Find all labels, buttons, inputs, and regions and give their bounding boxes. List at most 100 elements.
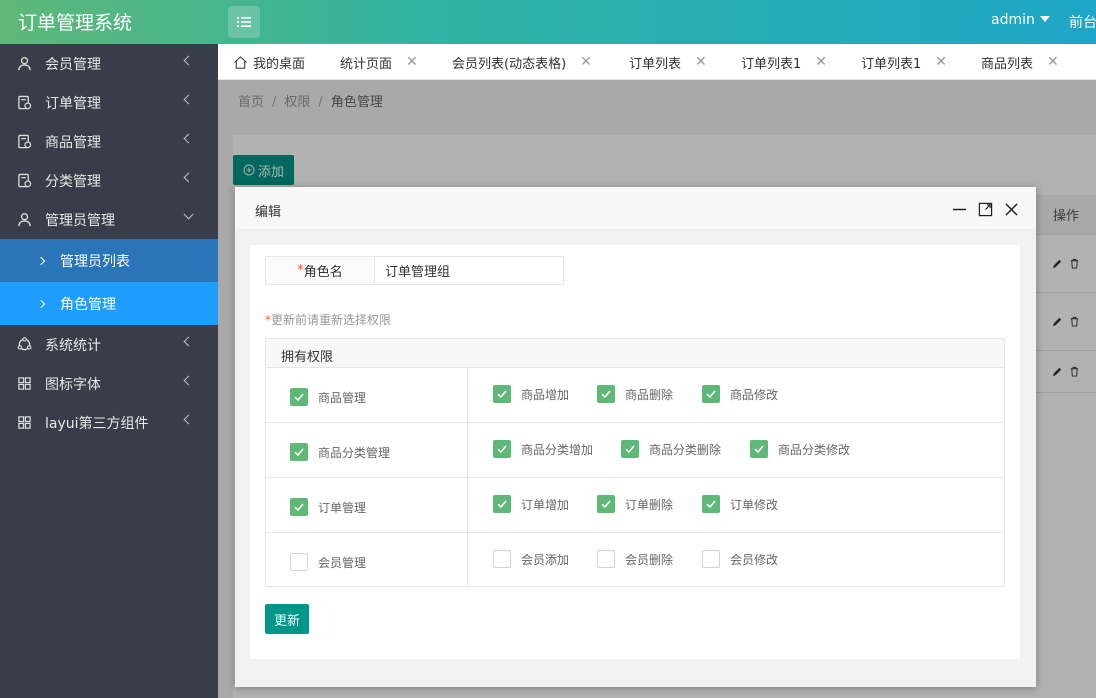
permission-checkbox[interactable]: 会员删除: [597, 550, 673, 568]
sidebar-item-products[interactable]: 商品管理: [0, 122, 218, 161]
dialog-header: 编辑: [235, 187, 1036, 230]
sidebar: 会员管理 订单管理 商品管理 分类管理 管理员管理 管理员列表 角色管理 系统统…: [0, 44, 218, 698]
permission-checkbox[interactable]: 商品分类修改: [750, 440, 850, 458]
tab-label: 商品列表: [981, 56, 1034, 72]
permission-checkbox[interactable]: 订单修改: [702, 495, 778, 513]
grid-icon: [16, 376, 32, 392]
dialog-title: 编辑: [255, 205, 282, 220]
checkbox-icon: [290, 553, 308, 571]
permission-checkbox[interactable]: 商品分类增加: [493, 440, 593, 458]
permission-label: 订单修改: [730, 497, 779, 512]
minimize-icon[interactable]: [951, 201, 967, 217]
user-icon: [16, 56, 32, 72]
close-icon[interactable]: ✕: [815, 54, 827, 70]
permission-label: 订单删除: [625, 497, 674, 512]
permission-checkbox[interactable]: 商品增加: [493, 385, 569, 403]
grid-icon: [16, 415, 32, 431]
permissions-table-header: 拥有权限: [266, 339, 1004, 368]
user-menu[interactable]: admin: [991, 12, 1050, 28]
permission-group-label: 商品分类管理: [318, 445, 391, 460]
chevron-left-icon: [183, 172, 194, 183]
close-icon[interactable]: ✕: [935, 54, 947, 70]
checkbox-icon: [750, 440, 768, 458]
tab-order-list-1[interactable]: 订单列表1 ✕: [741, 44, 827, 79]
maximize-icon[interactable]: [977, 201, 993, 217]
checkbox-icon: [702, 495, 720, 513]
sidebar-item-label: 管理员管理: [45, 212, 115, 229]
permission-checkbox[interactable]: 会员修改: [702, 550, 778, 568]
chevron-left-icon: [183, 55, 194, 66]
role-name-label: * 角色名: [266, 257, 375, 284]
sidebar-item-label: 订单管理: [45, 95, 101, 112]
close-icon[interactable]: ✕: [580, 54, 592, 70]
admin-user-icon: [16, 212, 32, 228]
chevron-down-icon: [183, 209, 194, 220]
dialog-body: *角色名 *更新前请重新选择权限 拥有权限 商品管理 商品增加 商品删除 商品修改商品…: [250, 245, 1020, 659]
close-icon[interactable]: ✕: [1047, 54, 1059, 70]
permission-group-checkbox[interactable]: 会员管理: [290, 553, 366, 571]
sidebar-item-statistics[interactable]: 系统统计: [0, 325, 218, 364]
checkbox-icon: [290, 498, 308, 516]
tab-label: 我的桌面: [253, 56, 306, 72]
sidebar-item-admins[interactable]: 管理员管理: [0, 200, 218, 239]
sidebar-item-members[interactable]: 会员管理: [0, 44, 218, 83]
permission-checkbox[interactable]: 商品修改: [702, 385, 778, 403]
permission-checkbox[interactable]: 会员添加: [493, 550, 569, 568]
front-link[interactable]: 前台: [1069, 12, 1096, 32]
tab-desktop[interactable]: 我的桌面: [233, 44, 306, 79]
tab-label: 订单列表: [629, 56, 682, 72]
role-name-input[interactable]: [375, 257, 563, 284]
checkbox-icon: [702, 385, 720, 403]
order-icon: [16, 173, 32, 189]
close-icon[interactable]: ✕: [406, 54, 418, 70]
sidebar-item-label: layui第三方组件: [45, 415, 149, 432]
checkbox-icon: [290, 443, 308, 461]
permission-group-label: 会员管理: [318, 555, 367, 570]
tab-product-list[interactable]: 商品列表 ✕: [981, 44, 1059, 79]
top-header: 订单管理系统 admin 前台: [0, 0, 1096, 44]
sidebar-item-label: 图标字体: [45, 376, 101, 393]
sidebar-item-orders[interactable]: 订单管理: [0, 83, 218, 122]
permission-group-checkbox[interactable]: 订单管理: [290, 498, 366, 516]
update-note: *更新前请重新选择权限: [265, 313, 392, 327]
checkbox-icon: [597, 550, 615, 568]
permissions-table: 拥有权限 商品管理 商品增加 商品删除 商品修改 商品分类管理 商品分类增加 商品分类删除商…: [265, 338, 1005, 587]
sidebar-item-label: 分类管理: [45, 173, 101, 190]
list-icon: [237, 17, 251, 27]
tab-label: 订单列表1: [861, 56, 922, 72]
sidebar-item-layui-components[interactable]: layui第三方组件: [0, 403, 218, 442]
chevron-left-icon: [183, 133, 194, 144]
permission-label: 商品分类增加: [521, 442, 594, 457]
checkbox-icon: [702, 550, 720, 568]
sidebar-item-icon-fonts[interactable]: 图标字体: [0, 364, 218, 403]
tab-order-list[interactable]: 订单列表 ✕: [629, 44, 707, 79]
sidebar-subitem-role-management[interactable]: 角色管理: [0, 282, 218, 325]
tab-member-list[interactable]: 会员列表(动态表格) ✕: [452, 44, 592, 79]
permission-checkbox[interactable]: 订单删除: [597, 495, 673, 513]
sidebar-subitem-label: 角色管理: [60, 296, 116, 313]
tab-statistics[interactable]: 统计页面 ✕: [340, 44, 418, 79]
chevron-left-icon: [183, 414, 194, 425]
close-icon[interactable]: [1003, 201, 1019, 217]
edit-dialog: 编辑 *角色名 *更新前请重新选择权限 拥有权限 商品管理 商品增加 商品删除 商品修…: [235, 187, 1036, 687]
checkbox-icon: [493, 440, 511, 458]
sidebar-subitem-admin-list[interactable]: 管理员列表: [0, 239, 218, 282]
sidebar-item-categories[interactable]: 分类管理: [0, 161, 218, 200]
permission-row: 商品分类管理 商品分类增加 商品分类删除 商品分类修改: [266, 423, 1004, 478]
checkbox-icon: [597, 385, 615, 403]
permission-group-checkbox[interactable]: 商品管理: [290, 388, 366, 406]
permission-label: 商品分类修改: [778, 442, 851, 457]
chevron-right-icon: [36, 256, 46, 265]
permission-checkbox[interactable]: 商品分类删除: [621, 440, 721, 458]
checkbox-icon: [597, 495, 615, 513]
sidebar-item-label: 会员管理: [45, 56, 101, 73]
checkbox-icon: [493, 385, 511, 403]
permission-checkbox[interactable]: 商品删除: [597, 385, 673, 403]
permission-group-checkbox[interactable]: 商品分类管理: [290, 443, 390, 461]
close-icon[interactable]: ✕: [695, 54, 707, 70]
tab-order-list-1b[interactable]: 订单列表1 ✕: [861, 44, 947, 79]
checkbox-icon: [621, 440, 639, 458]
update-button[interactable]: 更新: [265, 604, 309, 634]
permission-checkbox[interactable]: 订单增加: [493, 495, 569, 513]
menu-toggle-button[interactable]: [228, 6, 260, 38]
